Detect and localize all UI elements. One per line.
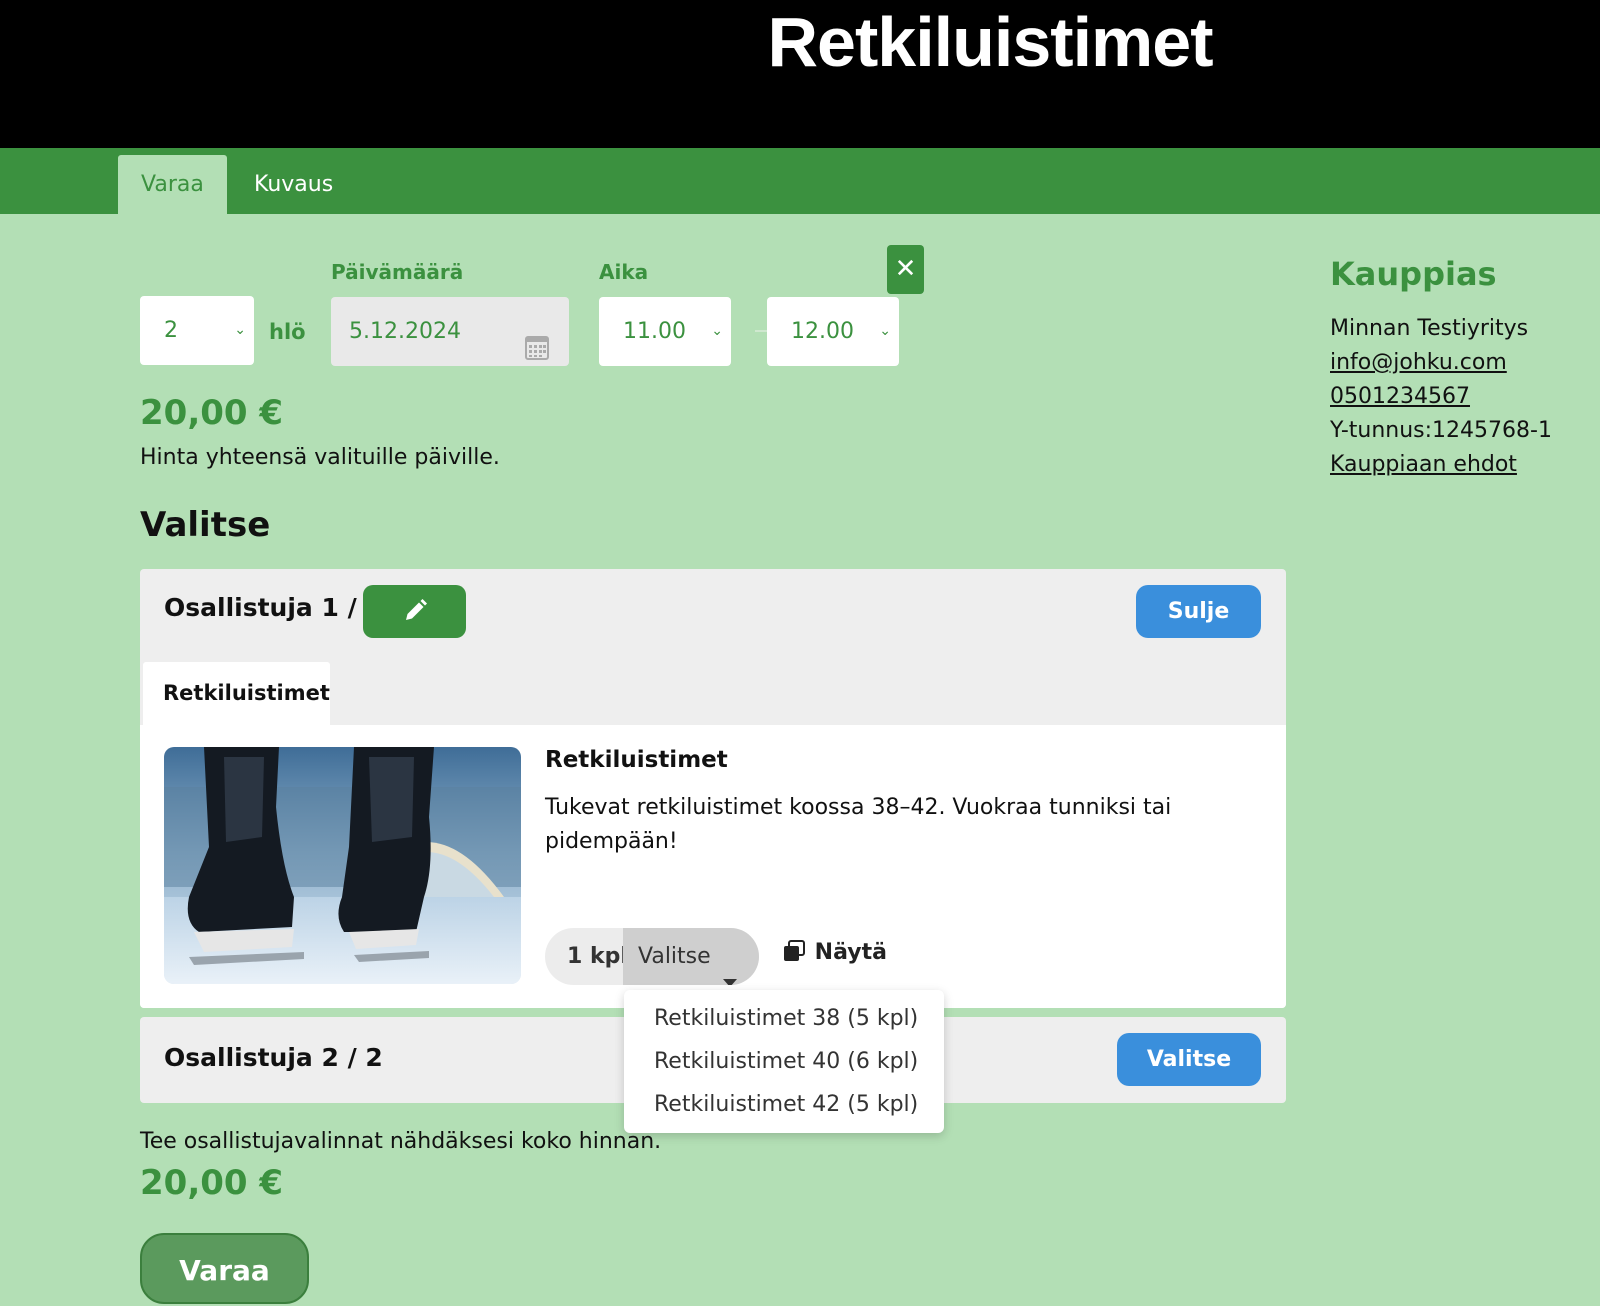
caret-down-icon: [723, 952, 737, 985]
show-details-button[interactable]: Näytä: [783, 940, 887, 965]
merchant-terms-link[interactable]: Kauppiaan ehdot: [1330, 452, 1517, 477]
close-icon[interactable]: ✕: [887, 245, 924, 294]
date-input[interactable]: 5.12.2024: [331, 297, 569, 366]
product-image: [164, 747, 521, 984]
participant-title: Osallistuja 1 / 2: [164, 593, 383, 622]
persons-value: 2: [164, 318, 178, 343]
merchant-title: Kauppias: [1330, 255, 1497, 293]
variant-dropdown-label: Valitse: [638, 944, 711, 969]
product-name: Retkiluistimet: [545, 747, 728, 773]
close-button[interactable]: Sulje: [1136, 585, 1261, 638]
product-tab[interactable]: Retkiluistimet: [143, 662, 330, 725]
start-time-value: 11.00: [623, 319, 686, 344]
merchant-name: Minnan Testiyritys: [1330, 316, 1529, 341]
dropdown-option[interactable]: Retkiluistimet 40 (6 kpl): [654, 1049, 918, 1074]
chevron-down-icon: ⌄: [234, 322, 246, 338]
participant-title: Osallistuja 2 / 2: [164, 1043, 383, 1072]
copy-icon: [783, 940, 815, 965]
quantity-selector[interactable]: 1 kpl Valitse: [545, 928, 759, 985]
section-title: Valitse: [140, 505, 271, 545]
chevron-down-icon: ⌄: [711, 323, 723, 339]
total-price-note: Hinta yhteensä valituille päiville.: [140, 445, 500, 470]
persons-unit: hlö: [269, 320, 306, 344]
choose-button[interactable]: Valitse: [1117, 1033, 1261, 1086]
merchant-business-id: Y-tunnus:1245768-1: [1330, 418, 1552, 443]
date-value: 5.12.2024: [349, 319, 461, 344]
end-time-value: 12.00: [791, 319, 854, 344]
product-description: Tukevat retkiluistimet koossa 38–42. Vuo…: [545, 795, 1172, 854]
calendar-icon[interactable]: [525, 319, 549, 388]
tab-book[interactable]: Varaa: [118, 155, 227, 214]
show-details-label: Näytä: [814, 940, 887, 965]
total-price: 20,00 €: [140, 393, 284, 433]
book-button[interactable]: Varaa: [140, 1233, 309, 1304]
start-time-select[interactable]: 11.00 ⌄: [599, 297, 731, 366]
site-header: Retkiluistimet: [0, 0, 1600, 148]
persons-select[interactable]: 2 ⌄: [140, 296, 254, 365]
date-label: Päivämäärä: [331, 260, 464, 284]
chevron-down-icon: ⌄: [879, 323, 891, 339]
edit-button[interactable]: [363, 585, 466, 638]
variant-dropdown-menu: Retkiluistimet 38 (5 kpl) Retkiluistimet…: [624, 990, 944, 1133]
tab-description[interactable]: Kuvaus: [231, 155, 356, 214]
dropdown-option[interactable]: Retkiluistimet 38 (5 kpl): [654, 1006, 918, 1031]
tab-bar: Varaa Kuvaus: [0, 148, 1600, 214]
variant-dropdown-toggle[interactable]: Valitse: [623, 928, 759, 985]
bottom-total-price: 20,00 €: [140, 1163, 284, 1203]
pencil-icon: [402, 599, 428, 628]
merchant-phone-link[interactable]: 0501234567: [1330, 384, 1470, 409]
site-title: Retkiluistimet: [767, 3, 1214, 81]
dropdown-option[interactable]: Retkiluistimet 42 (5 kpl): [654, 1092, 918, 1117]
price-hint: Tee osallistujavalinnat nähdäksesi koko …: [140, 1129, 662, 1154]
merchant-email-link[interactable]: info@johku.com: [1330, 350, 1507, 375]
time-label: Aika: [599, 260, 649, 284]
quantity-value: 1 kpl: [567, 944, 628, 969]
end-time-select[interactable]: 12.00 ⌄: [767, 297, 899, 366]
time-separator: [755, 330, 767, 332]
